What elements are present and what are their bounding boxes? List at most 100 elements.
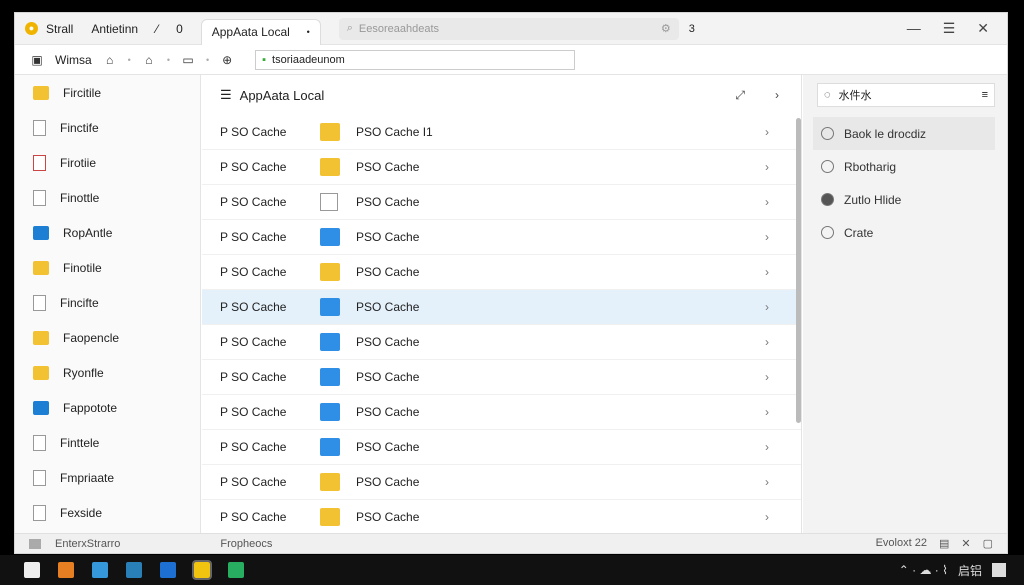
sidebar-item-label: Fincifte — [60, 295, 99, 310]
sidebar-item[interactable]: Finctife — [15, 110, 200, 145]
table-row[interactable]: P SO Cache PSO Cache › — [202, 430, 801, 465]
toolbar-label: Wimsa — [55, 52, 92, 67]
taskbar-app-icon[interactable] — [58, 562, 74, 578]
sidebar-item[interactable]: Firotiie — [15, 145, 200, 180]
radio-option[interactable]: Crate — [803, 216, 1007, 249]
dropdown-dot-icon: • — [127, 54, 131, 65]
filter-value: 水件水 — [838, 90, 872, 102]
table-row[interactable]: P SO Cache PSO Cache › — [202, 290, 801, 325]
menu-icon[interactable]: ☰ — [943, 20, 956, 37]
taskbar-app-icon[interactable] — [126, 562, 142, 578]
app-blue-icon — [33, 400, 49, 415]
sidebar-item-label: Firotiie — [60, 155, 97, 170]
table-row[interactable]: P SO Cache PSO Cache I1 › — [202, 115, 801, 150]
page-title: AppAata Local — [239, 87, 325, 103]
address-bar[interactable]: ▪ tsoriaadeunom — [255, 49, 576, 70]
address-text: tsoriaadeunom — [272, 53, 345, 66]
table-row[interactable]: P SO Cache PSO Cache › — [202, 220, 801, 255]
sidebar-item[interactable]: Ryonfle — [15, 355, 200, 390]
sidebar-item[interactable]: Fappotote — [15, 390, 200, 425]
close-x-icon[interactable]: ✕ — [961, 537, 970, 550]
window-controls: — ☰ ✕ — [907, 20, 1007, 37]
tray-icons[interactable]: ⌃ · ☁ · ⌇ — [899, 563, 948, 577]
sidebar-item[interactable]: RopAntle — [15, 215, 200, 250]
folder-blue-icon — [320, 228, 340, 246]
grid-icon[interactable]: ▤ — [939, 537, 949, 550]
radio-icon[interactable] — [821, 160, 834, 173]
view-icon[interactable]: ▭ — [180, 52, 196, 68]
chevron-right-icon[interactable]: › — [765, 510, 801, 524]
document-icon — [33, 469, 46, 486]
sidebar-item[interactable]: Finttele — [15, 425, 200, 460]
toolbar: ▣ Wimsa ⌂ • ⌂ • ▭ • ⊕ ▪ tsoriaadeunom — [15, 45, 1007, 75]
box-icon[interactable]: ▢ — [983, 537, 993, 550]
scrollbar[interactable] — [796, 118, 801, 423]
search-icon: ⌕ — [346, 22, 353, 34]
sidebar-item[interactable]: Fircitile — [15, 75, 200, 110]
taskbar-start-icon[interactable] — [24, 562, 40, 578]
tab-close-icon[interactable]: • — [307, 27, 310, 37]
table-row[interactable]: P SO Cache PSO Cache › — [202, 500, 801, 535]
table-row[interactable]: P SO Cache PSO Cache › — [202, 360, 801, 395]
radio-option[interactable]: Rbotharig — [803, 150, 1007, 183]
folder-blue-icon — [320, 368, 340, 386]
table-row[interactable]: P SO Cache PSO Cache › — [202, 185, 801, 220]
close-icon[interactable]: ✕ — [977, 20, 989, 37]
folder-yellow-icon — [33, 365, 49, 380]
table-row[interactable]: P SO Cache PSO Cache › — [202, 465, 801, 500]
dropdown-dot-icon: • — [166, 54, 170, 65]
table-row[interactable]: P SO Cache PSO Cache › — [202, 325, 801, 360]
row-name: P SO Cache — [220, 335, 287, 349]
filter-icon[interactable]: ≡ — [982, 89, 988, 101]
house-icon[interactable]: ⌂ — [141, 52, 157, 68]
sidebar-item[interactable]: Fincifte — [15, 285, 200, 320]
expand-icon[interactable]: ⤢ — [735, 88, 745, 103]
taskbar-app-icon[interactable] — [228, 562, 244, 578]
zoom-icon[interactable]: ⊕ — [219, 52, 235, 68]
sidebar-item[interactable]: Fexside — [15, 495, 200, 530]
home-icon[interactable]: ⌂ — [102, 52, 118, 68]
taskbar-explorer-icon[interactable] — [192, 560, 212, 580]
row-folder: PSO Cache — [356, 265, 420, 279]
row-folder: PSO Cache — [356, 195, 420, 209]
row-name: P SO Cache — [220, 475, 287, 489]
radio-icon[interactable] — [821, 226, 834, 239]
row-folder: PSO Cache — [356, 335, 420, 349]
folder-yellow-icon — [33, 260, 49, 275]
radio-option[interactable]: Zutlo Hlide — [803, 183, 1007, 216]
window-icon[interactable]: ▣ — [29, 52, 45, 68]
radio-icon[interactable] — [821, 193, 834, 206]
system-tray: ⌃ · ☁ · ⌇ 启铝 — [899, 562, 1024, 579]
minimize-icon[interactable]: — — [907, 20, 921, 37]
option-label: Rbotharig — [844, 159, 897, 174]
radio-icon[interactable] — [821, 127, 834, 140]
document-icon — [33, 504, 46, 521]
sidebar-item[interactable]: Finotile — [15, 250, 200, 285]
settings-icon[interactable]: ⚙ — [661, 22, 671, 35]
chevron-right-icon[interactable]: › — [775, 88, 779, 102]
filter-input[interactable]: ◌ 水件水 ≡ — [817, 83, 995, 107]
table-row[interactable]: P SO Cache PSO Cache › — [202, 150, 801, 185]
table-row[interactable]: P SO Cache PSO Cache › — [202, 395, 801, 430]
row-folder: PSO Cache — [356, 510, 420, 524]
taskbar-app-icon[interactable] — [92, 562, 108, 578]
table-row[interactable]: P SO Cache PSO Cache › — [202, 255, 801, 290]
row-name: P SO Cache — [220, 160, 287, 174]
tab-extra: 3 — [688, 22, 695, 35]
chevron-right-icon[interactable]: › — [765, 440, 801, 454]
row-name: P SO Cache — [220, 440, 287, 454]
chevron-right-icon[interactable]: › — [765, 475, 801, 489]
radio-option[interactable]: Baok le drocdiz — [813, 117, 995, 150]
row-name: P SO Cache — [220, 265, 287, 279]
sidebar-item[interactable]: Finottle — [15, 180, 200, 215]
sidebar-item[interactable]: Fmpriaate — [15, 460, 200, 495]
folder-yellow-icon — [320, 508, 340, 526]
row-name: P SO Cache — [220, 300, 287, 314]
tray-app-icon[interactable] — [992, 563, 1006, 577]
search-bar[interactable]: ⌕ Eesoreaahdeats ⚙ — [338, 17, 679, 40]
tab-antietinn[interactable]: Antietinn — [91, 22, 138, 36]
sidebar-item-label: Fexside — [60, 505, 103, 520]
taskbar-app-icon[interactable] — [160, 562, 176, 578]
sidebar-item[interactable]: Faopencle — [15, 320, 200, 355]
tab-appdata-local[interactable]: AppAata Local • — [200, 18, 321, 45]
